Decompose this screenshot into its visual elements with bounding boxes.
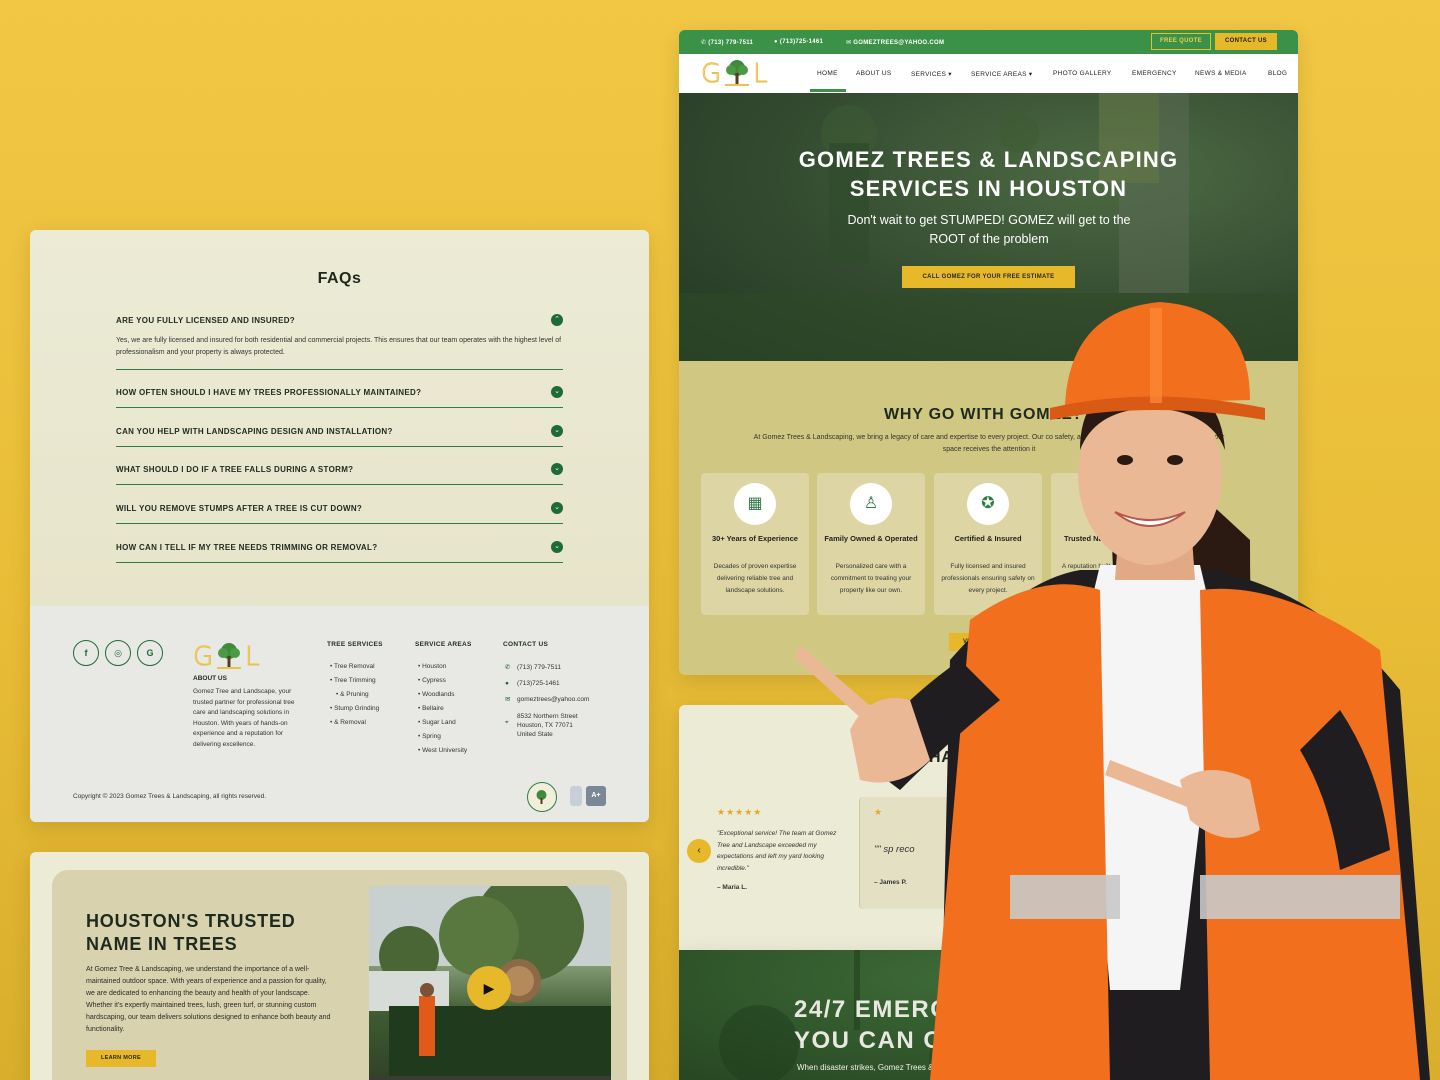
topbar-phone-2[interactable]: ● (713)725-1461 bbox=[774, 39, 823, 45]
instagram-icon[interactable]: ◎ bbox=[105, 640, 131, 666]
active-nav-indicator bbox=[810, 89, 846, 92]
bbb-logo-icon bbox=[570, 786, 582, 806]
construction-worker-illustration bbox=[795, 302, 1430, 1080]
faq-item[interactable]: HOW OFTEN SHOULD I HAVE MY TREES PROFESS… bbox=[116, 386, 563, 408]
faq-title: FAQs bbox=[317, 270, 362, 287]
main-nav: G L HOME ABOUT US SERVICES ▾ SERVICE ARE… bbox=[679, 54, 1298, 93]
contact-us-button[interactable]: CONTACT US bbox=[1215, 33, 1277, 50]
topbar-phone-1[interactable]: ✆ (713) 779-7511 bbox=[701, 39, 753, 46]
chevron-down-icon[interactable]: ⌄ bbox=[551, 386, 563, 398]
footer-logo[interactable]: G L bbox=[192, 642, 260, 671]
location-pin-icon: ⌖ bbox=[505, 719, 509, 726]
faq-item[interactable]: WHAT SHOULD I DO IF A TREE FALLS DURING … bbox=[116, 463, 563, 485]
free-quote-button[interactable]: FREE QUOTE bbox=[1151, 33, 1211, 50]
footer-copyright: Copyright © 2023 Gomez Trees & Landscapi… bbox=[73, 793, 267, 800]
footer-service-areas-title: SERVICE AREAS bbox=[415, 641, 472, 648]
faq-divider bbox=[116, 369, 563, 370]
footer-tree-services-list: Tree Removal Tree Trimming & Pruning Stu… bbox=[330, 660, 379, 730]
top-bar: ✆ (713) 779-7511 ● (713)725-1461 ✉ GOMEZ… bbox=[679, 30, 1298, 54]
learn-more-button[interactable]: LEARN MORE bbox=[86, 1050, 156, 1067]
footer-email[interactable]: ✉ gomeztrees@yahoo.com bbox=[505, 692, 615, 708]
footer-service-areas-list: Houston Cypress Woodlands Bellaire Sugar… bbox=[418, 660, 467, 758]
faq-question: HOW CAN I TELL IF MY TREE NEEDS TRIMMING… bbox=[116, 543, 378, 552]
footer-link[interactable]: Stump Grinding bbox=[330, 702, 379, 716]
rating-badge: A+ bbox=[586, 786, 606, 806]
nav-blog[interactable]: BLOG bbox=[1268, 70, 1287, 77]
footer-link[interactable]: Sugar Land bbox=[418, 716, 467, 730]
play-icon[interactable]: ▶ bbox=[467, 966, 511, 1010]
footer-link[interactable]: Tree Trimming bbox=[330, 674, 379, 688]
tree-icon bbox=[725, 60, 750, 86]
nav-home[interactable]: HOME bbox=[817, 70, 838, 77]
houston-card: HOUSTON'S TRUSTED NAME IN TREES At Gomez… bbox=[30, 852, 649, 1080]
nav-service-areas[interactable]: SERVICE AREAS ▾ bbox=[971, 70, 1032, 78]
nav-news-media[interactable]: NEWS & MEDIA bbox=[1195, 70, 1247, 77]
nav-emergency[interactable]: EMERGENCY bbox=[1132, 70, 1177, 77]
faq-question: CAN YOU HELP WITH LANDSCAPING DESIGN AND… bbox=[116, 427, 393, 436]
nav-photo-gallery[interactable]: PHOTO GALLERY bbox=[1053, 70, 1112, 77]
faq-question: ARE YOU FULLY LICENSED AND INSURED? bbox=[116, 316, 295, 325]
footer-about-text: Gomez Tree and Landscape, your trusted p… bbox=[193, 688, 295, 748]
video-thumbnail[interactable]: ▶ bbox=[369, 886, 611, 1080]
footer-link[interactable]: Tree Removal bbox=[330, 660, 379, 674]
footer-contact: ✆ (713) 779-7511 ● (713)725-1461 ✉ gomeztre… bbox=[505, 660, 615, 739]
footer-link[interactable]: Bellaire bbox=[418, 702, 467, 716]
faq-answer: Yes, we are fully licensed and insured f… bbox=[116, 337, 562, 356]
site-footer: f ◎ G G L ABOUT US Gomez Tree and Landsc… bbox=[30, 606, 649, 822]
faq-item[interactable]: WILL YOU REMOVE STUMPS AFTER A TREE IS C… bbox=[116, 502, 563, 524]
free-estimate-button[interactable]: CALL GOMEZ FOR YOUR FREE ESTIMATE bbox=[902, 266, 1075, 288]
hero-title: GOMEZ TREES & LANDSCAPING SERVICES IN HO… bbox=[798, 147, 1179, 201]
chevron-left-icon[interactable]: ‹ bbox=[687, 839, 711, 863]
footer-link[interactable]: Cypress bbox=[418, 674, 467, 688]
chevron-down-icon[interactable]: ⌄ bbox=[551, 463, 563, 475]
nav-about-us[interactable]: ABOUT US bbox=[856, 70, 892, 77]
footer-link[interactable]: Spring bbox=[418, 730, 467, 744]
footer-address: ⌖ 8532 Northern Street Houston, TX 77071… bbox=[505, 713, 578, 738]
houston-text: At Gomez Tree & Landscaping, we understa… bbox=[86, 966, 331, 1033]
seal-badge-icon bbox=[527, 782, 557, 812]
calendar-icon: ▦ bbox=[734, 483, 776, 525]
faq-question: WHAT SHOULD I DO IF A TREE FALLS DURING … bbox=[116, 465, 354, 474]
google-icon[interactable]: G bbox=[137, 640, 163, 666]
faq-card: FAQs ARE YOU FULLY LICENSED AND INSURED?… bbox=[30, 230, 649, 822]
tree-icon bbox=[217, 643, 242, 669]
footer-tree-services-title: TREE SERVICES bbox=[327, 641, 383, 648]
nav-services[interactable]: SERVICES ▾ bbox=[911, 70, 952, 78]
hero-subtitle: Don't wait to get STUMPED! GOMEZ will ge… bbox=[847, 213, 1131, 246]
faq-item[interactable]: CAN YOU HELP WITH LANDSCAPING DESIGN AND… bbox=[116, 425, 563, 447]
chevron-down-icon[interactable]: ⌄ bbox=[551, 425, 563, 437]
footer-phone-1[interactable]: ✆ (713) 779-7511 bbox=[505, 660, 615, 676]
faq-item[interactable]: HOW CAN I TELL IF MY TREE NEEDS TRIMMING… bbox=[116, 541, 563, 563]
mail-icon: ✉ bbox=[505, 696, 511, 703]
chat-icon: ● bbox=[505, 680, 509, 687]
chevron-down-icon[interactable]: ⌄ bbox=[551, 541, 563, 553]
footer-link[interactable]: Houston bbox=[418, 660, 467, 674]
footer-about-title: ABOUT US bbox=[193, 675, 227, 682]
chevron-up-icon[interactable]: ⌃ bbox=[551, 314, 563, 326]
facebook-icon[interactable]: f bbox=[73, 640, 99, 666]
topbar-email[interactable]: ✉ GOMEZTREES@YAHOO.COM bbox=[846, 39, 944, 46]
faq-question: WILL YOU REMOVE STUMPS AFTER A TREE IS C… bbox=[116, 504, 363, 513]
site-logo[interactable]: G L bbox=[700, 59, 768, 88]
chevron-down-icon[interactable]: ⌄ bbox=[551, 502, 563, 514]
footer-link[interactable]: & Removal bbox=[330, 716, 379, 730]
footer-link[interactable]: Woodlands bbox=[418, 688, 467, 702]
faq-question: HOW OFTEN SHOULD I HAVE MY TREES PROFESS… bbox=[116, 388, 422, 397]
houston-section: HOUSTON'S TRUSTED NAME IN TREES At Gomez… bbox=[52, 870, 627, 1080]
footer-link[interactable]: West University bbox=[418, 744, 467, 758]
footer-phone-2[interactable]: ● (713)725-1461 bbox=[505, 676, 615, 692]
footer-link[interactable]: & Pruning bbox=[330, 688, 379, 702]
footer-contact-title: CONTACT US bbox=[503, 641, 549, 648]
houston-title: HOUSTON'S TRUSTED NAME IN TREES bbox=[86, 911, 296, 954]
faq-item[interactable]: ARE YOU FULLY LICENSED AND INSURED? ⌃ Ye… bbox=[116, 314, 563, 359]
phone-icon: ✆ bbox=[505, 664, 511, 671]
